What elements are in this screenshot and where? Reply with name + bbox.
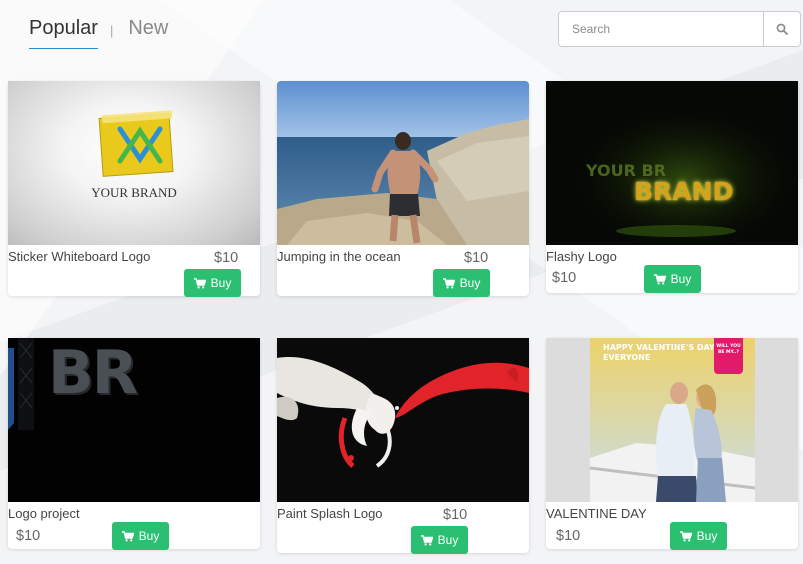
product-price: $10 xyxy=(556,528,581,544)
product-thumbnail[interactable] xyxy=(277,81,529,245)
search-button[interactable] xyxy=(764,11,801,47)
buy-button-label: Buy xyxy=(670,272,692,286)
thumbnail-brand-text: BRAND xyxy=(634,177,734,206)
thumbnail-brand-text: BR xyxy=(48,338,138,408)
ocean-jump-image xyxy=(277,81,529,245)
thumbnail-headline-text: HAPPY VALENTINE'S DAY EVERYONE xyxy=(603,343,715,362)
product-price: $10 xyxy=(443,507,468,523)
product-title[interactable]: Jumping in the ocean xyxy=(277,249,401,264)
tab-bar: Popular | New xyxy=(29,14,168,52)
product-card-flashy-logo: YOUR BR BRAND Flashy Logo $10 Buy xyxy=(546,81,798,293)
product-card-jumping-in-the-ocean: Jumping in the ocean $10 Buy xyxy=(277,81,529,297)
product-title[interactable]: Logo project xyxy=(8,506,80,521)
product-card-paint-splash-logo: Paint Splash Logo $10 Buy xyxy=(277,338,529,554)
buy-button[interactable]: Buy xyxy=(644,265,701,293)
buy-button-label: Buy xyxy=(138,529,160,543)
thumbnail-badge: WILL YOU BE MY..? xyxy=(714,338,743,374)
product-title[interactable]: VALENTINE DAY xyxy=(546,506,647,521)
cart-icon xyxy=(679,530,692,541)
cart-icon xyxy=(121,530,134,541)
product-price: $10 xyxy=(214,250,239,266)
buy-button[interactable]: Buy xyxy=(433,269,490,297)
cart-icon xyxy=(420,534,433,545)
product-thumbnail[interactable]: YOUR BR BRAND xyxy=(546,81,798,245)
tab-popular[interactable]: Popular xyxy=(29,14,98,49)
cart-icon xyxy=(653,273,666,284)
product-card-sticker-whiteboard-logo: YOUR BRAND Sticker Whiteboard Logo $10 B… xyxy=(8,81,260,297)
product-thumbnail[interactable]: YOUR BRAND xyxy=(8,81,260,245)
flashy-logo-image: YOUR BR xyxy=(546,81,798,245)
product-price: $10 xyxy=(552,270,577,286)
paint-splash-image xyxy=(277,357,529,468)
product-title[interactable]: Paint Splash Logo xyxy=(277,506,383,521)
tab-new[interactable]: New xyxy=(128,14,168,42)
product-card-valentine-day: HAPPY VALENTINE'S DAY EVERYONE WILL YOU … xyxy=(546,338,798,550)
search-icon xyxy=(776,23,788,35)
buy-button[interactable]: Buy xyxy=(411,526,468,554)
buy-button[interactable]: Buy xyxy=(112,522,169,550)
tab-separator: | xyxy=(109,23,114,38)
buy-button[interactable]: Buy xyxy=(184,269,241,297)
product-thumbnail[interactable]: HAPPY VALENTINE'S DAY EVERYONE WILL YOU … xyxy=(546,338,798,502)
product-title[interactable]: Flashy Logo xyxy=(546,249,617,264)
buy-button-label: Buy xyxy=(437,533,459,547)
product-thumbnail[interactable] xyxy=(277,338,529,502)
search-input[interactable] xyxy=(558,11,764,47)
buy-button-label: Buy xyxy=(210,276,232,290)
product-price: $10 xyxy=(16,528,41,544)
cart-icon xyxy=(193,277,206,288)
thumbnail-brand-text: YOUR BRAND xyxy=(91,185,177,200)
product-thumbnail[interactable]: BR xyxy=(8,338,260,502)
product-price: $10 xyxy=(464,250,489,266)
cart-icon xyxy=(442,277,455,288)
buy-button-label: Buy xyxy=(696,529,718,543)
sticker-logo-image xyxy=(98,110,174,177)
product-card-logo-project: BR Logo project $10 Buy xyxy=(8,338,260,550)
product-title[interactable]: Sticker Whiteboard Logo xyxy=(8,249,150,264)
buy-button-label: Buy xyxy=(459,276,481,290)
buy-button[interactable]: Buy xyxy=(670,522,727,550)
